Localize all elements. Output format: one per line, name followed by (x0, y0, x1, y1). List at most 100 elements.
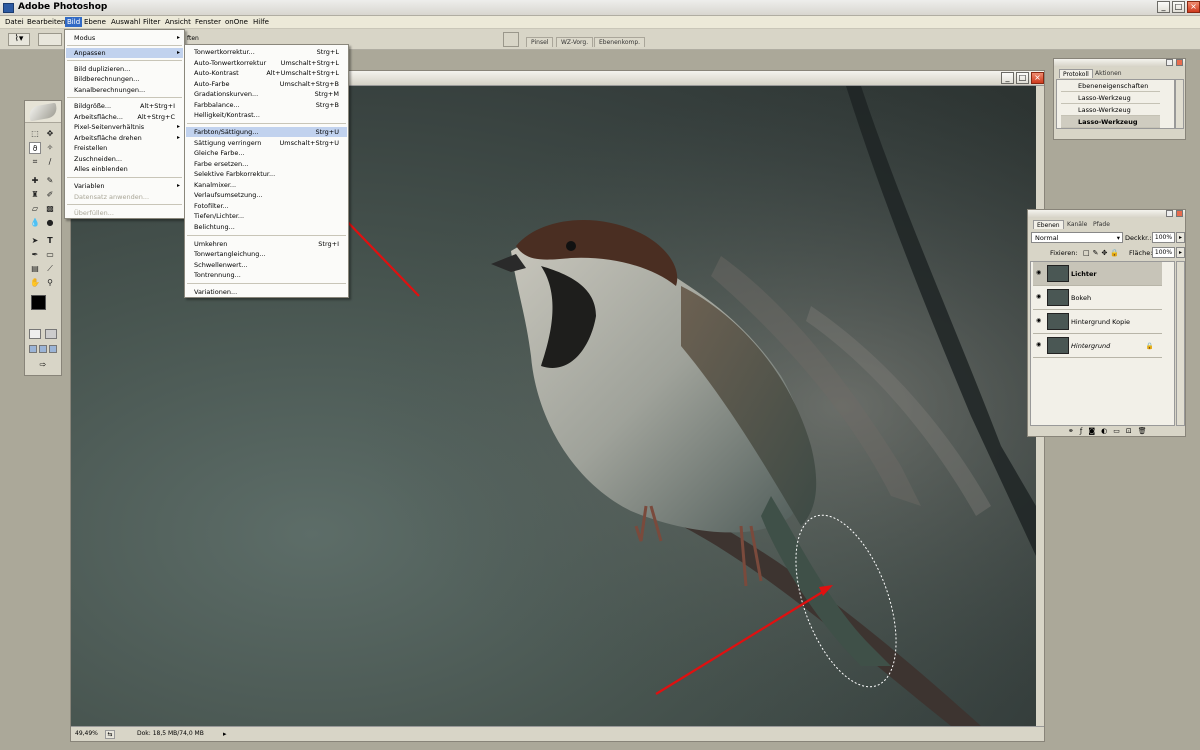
move-tool-icon[interactable]: ✥ (44, 128, 56, 140)
menu-item[interactable]: Anpassen ▸ (66, 48, 183, 58)
menu-item[interactable]: Arbeitsfläche... Alt+Strg+C (66, 112, 183, 122)
close-button[interactable]: × (1187, 1, 1200, 13)
tab-ebenen[interactable]: Ebenen (1033, 220, 1064, 229)
layer-row-hintergrund-kopie[interactable]: ◉ Hintergrund Kopie (1033, 310, 1162, 334)
history-item[interactable]: Lasso-Werkzeug (1061, 104, 1160, 116)
panel-minimize-icon[interactable] (1166, 210, 1173, 217)
menu-item[interactable]: Helligkeit/Kontrast... (186, 110, 347, 120)
visibility-eye-icon[interactable]: ◉ (1036, 318, 1043, 324)
menu-item[interactable]: Sättigung verringern Umschalt+Strg+U (186, 138, 347, 148)
layer-row-lichter[interactable]: ◉ Lichter (1033, 262, 1162, 286)
panel-close-icon[interactable] (1176, 59, 1183, 66)
lasso-tool-icon[interactable]: ϑ (29, 142, 41, 154)
menu-bild[interactable]: Bild (65, 17, 83, 27)
menu-item[interactable]: Bildberechnungen... (66, 74, 183, 84)
menu-item[interactable]: Tiefen/Lichter... (186, 211, 347, 221)
crop-tool-icon[interactable]: ⌗ (29, 156, 41, 168)
imageready-jump-icon[interactable]: ⇨ (31, 359, 55, 371)
menu-item[interactable]: Bild duplizieren... (66, 64, 183, 74)
visibility-eye-icon[interactable]: ◉ (1036, 342, 1043, 348)
fill-input[interactable]: 100% (1152, 247, 1175, 258)
maximize-button[interactable]: □ (1172, 1, 1185, 13)
screen-mode-full-menu-icon[interactable] (39, 345, 47, 353)
screen-mode-full-icon[interactable] (49, 345, 57, 353)
menu-auswahl[interactable]: Auswahl (109, 17, 142, 27)
layers-bottom-icons[interactable]: ⚭ƒ◙◐▭⊡🗑 (1068, 427, 1153, 435)
menu-item[interactable]: Pixel-Seitenverhältnis ▸ (66, 122, 183, 132)
menu-item[interactable]: Gradationskurven... Strg+M (186, 89, 347, 99)
menu-item[interactable]: Auto-Farbe Umschalt+Strg+B (186, 79, 347, 89)
minimize-button[interactable]: _ (1157, 1, 1170, 13)
zoom-level[interactable]: 49,49% (75, 727, 98, 741)
tab-protokoll[interactable]: Protokoll (1059, 69, 1093, 78)
menu-item[interactable]: Tontrennung... (186, 270, 347, 280)
slice-tool-icon[interactable]: ∕ (44, 156, 56, 168)
tab-wz-vorg[interactable]: WZ-Vorg. (556, 37, 594, 47)
lock-icons[interactable]: □✎✥🔒 (1083, 249, 1122, 257)
menu-item[interactable]: Farbton/Sättigung... Strg+U (186, 127, 347, 137)
menu-bearbeiten[interactable]: Bearbeiten (25, 17, 67, 27)
history-item[interactable]: Lasso-Werkzeug (1061, 92, 1160, 104)
menu-item[interactable]: Tonwertangleichung... (186, 249, 347, 259)
gradient-tool-icon[interactable]: ▩ (44, 203, 56, 215)
pen-tool-icon[interactable]: ✒ (29, 249, 41, 261)
notes-tool-icon[interactable]: ▤ (29, 263, 41, 275)
selection-mode-icons[interactable] (38, 33, 62, 46)
menu-ebene[interactable]: Ebene (82, 17, 108, 27)
menu-datei[interactable]: Datei (3, 17, 26, 27)
menu-item[interactable]: Modus ▸ (66, 33, 183, 43)
menu-item[interactable]: Arbeitsfläche drehen ▸ (66, 133, 183, 143)
status-arrow-icon[interactable]: ▸ (223, 727, 227, 741)
layers-scrollbar[interactable] (1176, 261, 1185, 426)
shape-tool-icon[interactable]: ▭ (44, 249, 56, 261)
layer-row-hintergrund[interactable]: ◉ Hintergrund 🔒 (1033, 334, 1162, 358)
blur-tool-icon[interactable]: 💧 (29, 217, 41, 229)
menu-item[interactable]: Variablen ▸ (66, 181, 183, 191)
menu-item[interactable]: Kanalberechnungen... (66, 85, 183, 95)
marquee-tool-icon[interactable]: ⬚ (29, 128, 41, 140)
visibility-eye-icon[interactable]: ◉ (1036, 270, 1043, 276)
doc-minimize-button[interactable]: _ (1001, 72, 1014, 84)
menu-item[interactable]: Freistellen (66, 143, 183, 153)
tab-ebenenkomp[interactable]: Ebenenkomp. (594, 37, 646, 47)
fill-arrow-icon[interactable]: ▸ (1176, 247, 1185, 258)
zoom-tool-icon[interactable]: ⚲ (44, 277, 56, 289)
menu-item[interactable]: Schwellenwert... (186, 260, 347, 270)
panel-minimize-icon[interactable] (1166, 59, 1173, 66)
menu-item[interactable]: Fotofilter... (186, 201, 347, 211)
panel-close-icon[interactable] (1176, 210, 1183, 217)
doc-maximize-button[interactable]: □ (1016, 72, 1029, 84)
brush-tool-icon[interactable]: ✎ (44, 175, 56, 187)
history-item-current[interactable]: Lasso-Werkzeug (1061, 116, 1160, 128)
menu-item[interactable]: Umkehren Strg+I (186, 239, 347, 249)
menu-item[interactable]: Selektive Farbkorrektur... (186, 169, 347, 179)
menu-item[interactable]: Auto-Kontrast Alt+Umschalt+Strg+L (186, 68, 347, 78)
menu-item[interactable]: Zuschneiden... (66, 154, 183, 164)
standard-mode-icon[interactable] (29, 329, 41, 339)
menu-onone[interactable]: onOne (223, 17, 250, 27)
dodge-tool-icon[interactable]: ● (44, 217, 56, 229)
type-tool-icon[interactable]: T (44, 235, 56, 247)
lasso-preset-icon[interactable]: ⌇▾ (8, 33, 30, 46)
layer-row-bokeh[interactable]: ◉ Bokeh (1033, 286, 1162, 310)
history-scrollbar[interactable] (1175, 79, 1184, 129)
opacity-arrow-icon[interactable]: ▸ (1176, 232, 1185, 243)
status-info-icon[interactable]: ⇆ (105, 730, 115, 739)
tab-pfade[interactable]: Pfade (1090, 220, 1113, 229)
history-brush-icon[interactable]: ✐ (44, 189, 56, 201)
menu-item[interactable]: Auto-Tonwertkorrektur Umschalt+Strg+L (186, 58, 347, 68)
clone-stamp-icon[interactable]: ♜ (29, 189, 41, 201)
blend-mode-select[interactable]: Normal ▾ (1031, 232, 1123, 243)
hand-tool-icon[interactable]: ✋ (29, 277, 41, 289)
tab-pinsel[interactable]: Pinsel (526, 37, 554, 47)
menu-fenster[interactable]: Fenster (193, 17, 223, 27)
menu-item[interactable]: Belichtung... (186, 222, 347, 232)
palette-well-icon[interactable] (503, 32, 519, 47)
menu-item[interactable]: Farbbalance... Strg+B (186, 100, 347, 110)
menu-item[interactable]: Gleiche Farbe... (186, 148, 347, 158)
tab-aktionen[interactable]: Aktionen (1092, 69, 1125, 78)
eyedropper-icon[interactable]: ⟋ (44, 263, 56, 275)
visibility-eye-icon[interactable]: ◉ (1036, 294, 1043, 300)
magic-wand-icon[interactable]: ✧ (44, 142, 56, 154)
healing-brush-icon[interactable]: ✚ (29, 175, 41, 187)
